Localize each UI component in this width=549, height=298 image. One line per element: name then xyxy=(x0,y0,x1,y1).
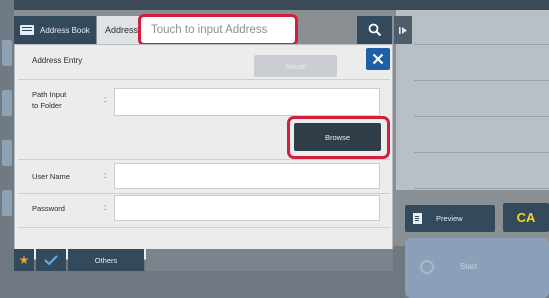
search-icon xyxy=(368,23,381,37)
top-bar xyxy=(0,0,549,10)
checkmark-icon xyxy=(44,255,58,265)
user-name-field[interactable] xyxy=(114,163,380,189)
play-next-icon xyxy=(398,26,407,34)
path-input-field[interactable] xyxy=(114,88,380,116)
path-input-label-line1: Path Input xyxy=(32,90,67,99)
address-input[interactable]: Touch to input Address xyxy=(138,14,298,46)
check-tab[interactable] xyxy=(36,249,66,271)
preview-label: Preview xyxy=(436,214,463,223)
address-book-icon xyxy=(20,25,34,35)
tab-address-label: Address xyxy=(105,25,139,35)
star-icon: ★ xyxy=(18,253,30,267)
start-label: Start xyxy=(460,262,477,271)
dialog-title: Address Entry xyxy=(32,56,83,65)
next-tab-button[interactable] xyxy=(394,16,412,44)
path-colon: : xyxy=(104,95,107,104)
password-colon: : xyxy=(104,203,107,212)
browse-button[interactable]: Browse xyxy=(294,123,381,151)
search-button[interactable] xyxy=(357,16,392,44)
close-button[interactable] xyxy=(366,48,390,70)
right-list-panel xyxy=(396,10,549,190)
tab-address-book-label: Address Book xyxy=(40,25,90,35)
favorites-tab[interactable]: ★ xyxy=(14,249,34,271)
preview-icon xyxy=(413,213,422,224)
path-input-label-line2: to Folder xyxy=(32,101,62,110)
start-icon xyxy=(420,260,434,274)
clear-all-button[interactable]: CA xyxy=(503,203,549,232)
password-field[interactable] xyxy=(114,195,380,221)
preview-button[interactable]: Preview xyxy=(405,205,495,232)
tab-address-book[interactable]: Address Book xyxy=(14,16,96,44)
recall-button[interactable]: Recall xyxy=(254,55,337,77)
divider xyxy=(18,227,390,228)
user-name-colon: : xyxy=(104,171,107,180)
others-tab[interactable]: Others xyxy=(68,249,144,271)
bottom-tab-bar xyxy=(146,249,393,271)
address-input-placeholder: Touch to input Address xyxy=(151,24,268,36)
close-icon xyxy=(372,53,384,65)
tab-address[interactable]: Address xyxy=(97,16,141,44)
divider xyxy=(18,193,390,194)
user-name-label: User Name xyxy=(32,172,70,181)
password-label: Password xyxy=(32,204,65,213)
divider xyxy=(18,79,390,80)
divider xyxy=(18,159,390,160)
